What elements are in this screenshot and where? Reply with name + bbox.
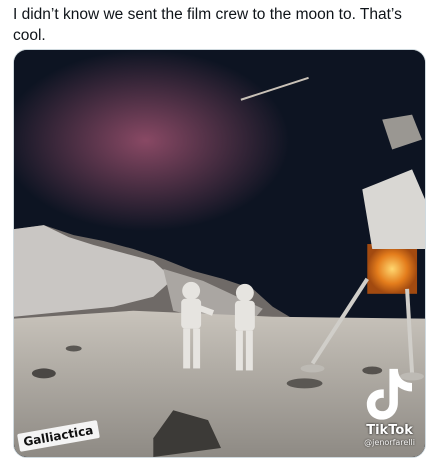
tweet-text: I didn’t know we sent the film crew to t…	[13, 6, 402, 44]
tiktok-logo-icon	[366, 368, 413, 420]
tiktok-brand: TikTok	[366, 423, 413, 438]
tiktok-watermark: TikTok @jenorfarelli	[364, 366, 415, 447]
tiktok-username: @jenorfarelli	[364, 438, 415, 447]
tweet-media-video[interactable]: Galliactica TikTok @jenorfarelli	[13, 49, 426, 458]
